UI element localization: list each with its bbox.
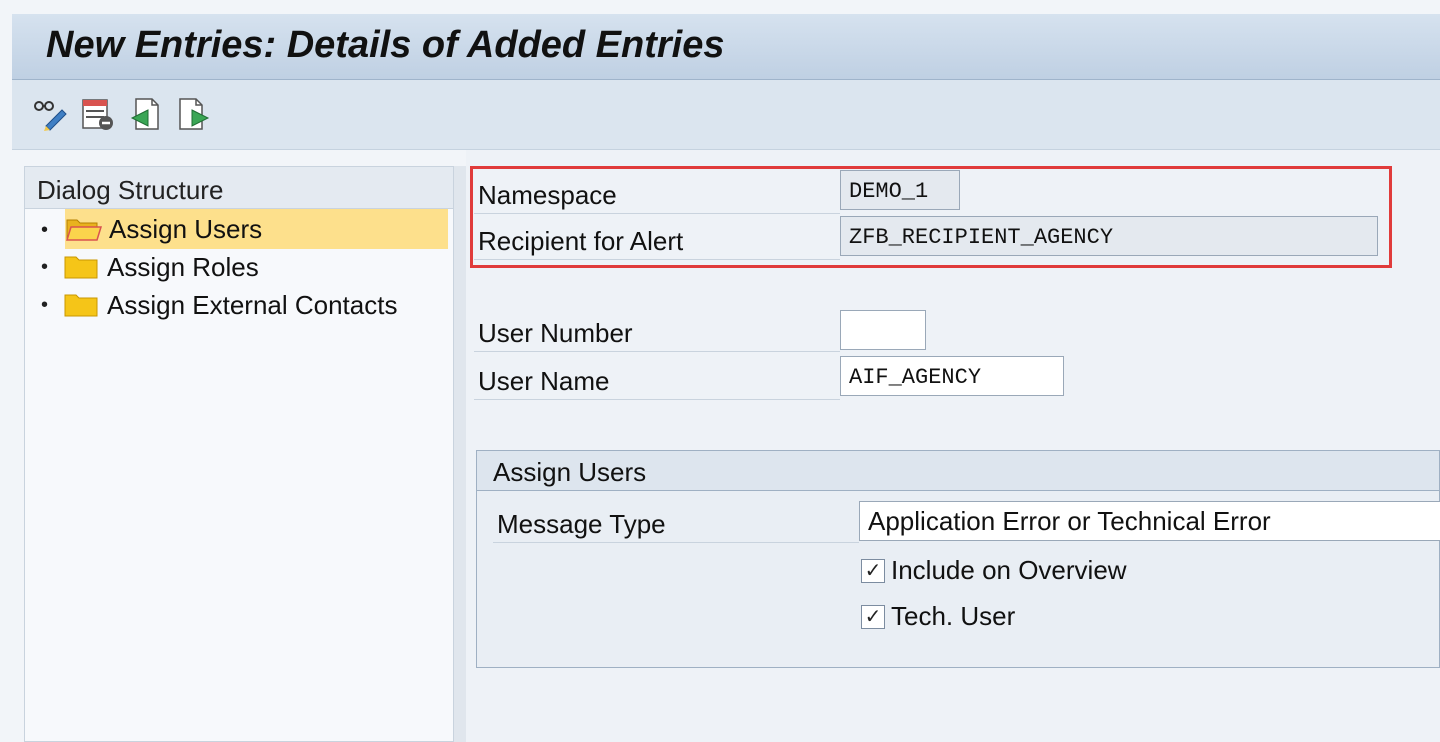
label-underline xyxy=(474,213,840,214)
tree-item-label: Assign Users xyxy=(109,213,263,244)
user-number-input[interactable] xyxy=(840,310,926,350)
label-underline xyxy=(474,351,840,352)
message-type-row: Message Type xyxy=(493,501,873,543)
user-number-row: User Number xyxy=(474,310,1386,352)
panel-splitter[interactable] xyxy=(454,166,466,742)
page-title: New Entries: Details of Added Entries xyxy=(46,24,725,66)
namespace-label: Namespace xyxy=(478,180,617,210)
group-title: Assign Users xyxy=(477,451,1439,491)
namespace-field[interactable]: DEMO_1 xyxy=(840,170,960,210)
include-on-overview-label: Include on Overview xyxy=(891,555,1127,585)
title-bar: New Entries: Details of Added Entries xyxy=(12,14,1440,80)
glasses-edit-icon[interactable] xyxy=(32,96,68,132)
tree-item-assign-roles[interactable]: • Assign Roles xyxy=(41,247,259,287)
recipient-label: Recipient for Alert xyxy=(478,226,684,256)
tree-item-label: Assign External Contacts xyxy=(107,289,398,320)
folder-icon xyxy=(63,254,101,280)
checkmark-icon[interactable]: ✓ xyxy=(861,558,885,583)
tech-user-checkbox[interactable]: ✓ Tech. User xyxy=(861,601,1015,632)
recipient-field[interactable]: ZFB_RECIPIENT_AGENCY xyxy=(840,216,1378,256)
tree-item-label: Assign Roles xyxy=(107,251,259,282)
previous-entry-icon[interactable] xyxy=(128,96,164,132)
tree-bullet: • xyxy=(41,255,49,278)
dialog-structure-panel: Dialog Structure • Assign Users • Assign… xyxy=(24,166,454,742)
tech-user-label: Tech. User xyxy=(891,601,1016,631)
message-type-label: Message Type xyxy=(497,509,666,539)
label-underline xyxy=(493,542,859,543)
dialog-structure-title: Dialog Structure xyxy=(25,167,453,209)
user-name-label: User Name xyxy=(478,366,610,396)
tree-bullet: • xyxy=(41,293,49,316)
user-name-input[interactable]: AIF_AGENCY xyxy=(840,356,1064,396)
user-number-label: User Number xyxy=(478,318,633,348)
next-entry-icon[interactable] xyxy=(176,96,212,132)
application-toolbar xyxy=(12,80,1440,150)
label-underline xyxy=(474,259,840,260)
folder-icon xyxy=(63,292,101,318)
checkmark-icon[interactable]: ✓ xyxy=(861,604,885,629)
tree-item-assign-users[interactable]: Assign Users xyxy=(65,209,449,249)
tree-item-assign-external-contacts[interactable]: • Assign External Contacts xyxy=(41,285,397,325)
tree-bullet: • xyxy=(41,219,49,241)
label-underline xyxy=(474,399,840,400)
delete-entry-icon[interactable] xyxy=(80,96,116,132)
assign-users-group: Assign Users Message Type Application Er… xyxy=(476,450,1440,668)
message-type-dropdown[interactable]: Application Error or Technical Error xyxy=(859,501,1440,541)
folder-open-icon xyxy=(65,216,103,242)
include-on-overview-checkbox[interactable]: ✓ Include on Overview xyxy=(861,555,1127,586)
